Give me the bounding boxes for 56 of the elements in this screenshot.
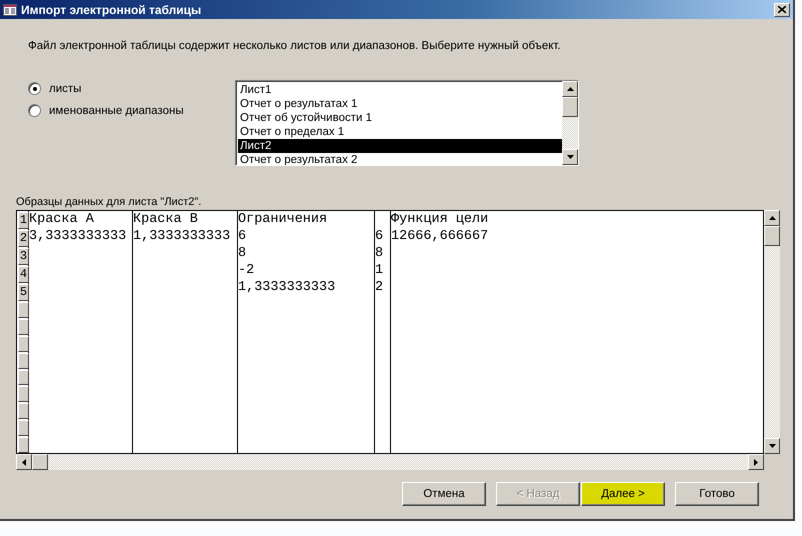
table-cell-text: 8 xyxy=(238,245,248,262)
sheet-list-item[interactable]: Отчет об устойчивости 1 xyxy=(238,111,562,125)
table-icon xyxy=(3,4,17,16)
table-cell-text: 6 xyxy=(375,228,384,245)
vertical-scrollbar[interactable] xyxy=(764,210,780,454)
table-cell-text: Краска В xyxy=(133,211,199,228)
arrow-down-icon xyxy=(566,155,574,159)
dialog-button[interactable]: Далее > xyxy=(581,482,665,506)
scrollbar-thumb[interactable] xyxy=(764,226,780,246)
arrow-up-icon xyxy=(768,216,776,220)
arrow-left-icon xyxy=(22,458,26,466)
row-number: 3 xyxy=(18,248,29,265)
sheet-list-item[interactable]: Отчет о пределах 1 xyxy=(238,125,562,139)
arrow-up-icon xyxy=(566,87,574,91)
table-cell-text: 6 xyxy=(238,228,248,245)
scroll-up-button[interactable] xyxy=(764,210,780,226)
row-number: 2 xyxy=(18,230,29,247)
row-number: 1 xyxy=(18,212,29,229)
table-cell-text: 1 xyxy=(375,262,384,279)
scroll-down-button[interactable] xyxy=(764,438,780,454)
scrollbar-thumb[interactable] xyxy=(32,454,48,470)
row-number: 5 xyxy=(18,284,29,301)
close-button[interactable] xyxy=(774,2,790,16)
scroll-left-button[interactable] xyxy=(16,454,32,470)
table-cell-text: Ограничения xyxy=(238,211,328,228)
table-cell-text: 12666,666667 xyxy=(391,228,490,245)
table-cell-text: 1,3333333333 xyxy=(133,228,232,245)
table-cell-text: 3,3333333333 xyxy=(29,228,128,245)
instruction-text: Файл электронной таблицы содержит несколько листов или диапазонов. Выберите нужный объект. xyxy=(28,40,562,52)
sheet-list-item[interactable]: Отчет о результатах 1 xyxy=(238,97,562,111)
arrow-down-icon xyxy=(768,444,776,448)
vertical-scrollbar[interactable] xyxy=(562,81,578,165)
sheet-list-item[interactable]: Лист2 xyxy=(238,139,562,153)
scroll-down-button[interactable] xyxy=(562,149,578,165)
sheet-list-item[interactable]: Лист1 xyxy=(238,83,562,97)
arrow-right-icon xyxy=(754,458,758,466)
radio-button[interactable] xyxy=(28,104,41,117)
scrollbar-thumb[interactable] xyxy=(562,97,578,117)
row-number: 4 xyxy=(18,266,29,283)
preview-label: Образцы данных для листа "Лист2". xyxy=(16,196,202,209)
table-cell-text: 8 xyxy=(375,245,384,262)
dialog-button[interactable]: Готово xyxy=(675,482,759,506)
horizontal-scrollbar[interactable] xyxy=(16,454,764,470)
window-title: Импорт электронной таблицы xyxy=(21,2,202,16)
radio-label[interactable]: именованные диапазоны xyxy=(49,104,184,116)
table-cell-text: Краска А xyxy=(29,211,95,228)
table-cell-text: 1,3333333333 xyxy=(238,279,336,296)
dialog-button[interactable]: Отмена xyxy=(402,482,486,506)
radio-label[interactable]: листы xyxy=(49,82,82,94)
scroll-right-button[interactable] xyxy=(748,454,764,470)
close-icon xyxy=(778,6,786,13)
table-cell-text: 2 xyxy=(375,279,384,296)
table-cell-text: -2 xyxy=(238,262,256,279)
radio-button[interactable] xyxy=(28,82,41,95)
table-cell-text: Функция цели xyxy=(391,211,490,228)
scroll-up-button[interactable] xyxy=(562,81,578,97)
